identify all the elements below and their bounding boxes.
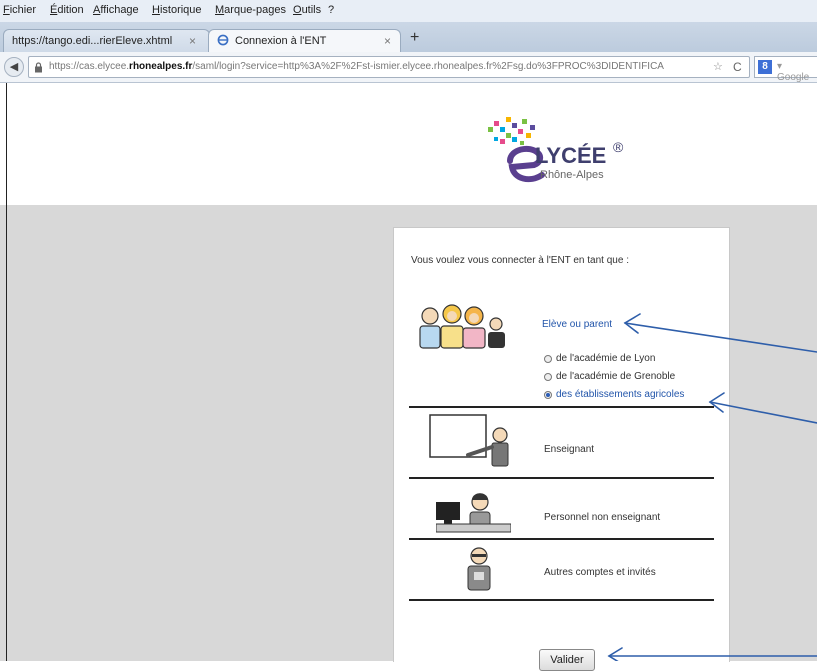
role-eleve-parent-link[interactable]: Elève ou parent	[542, 319, 612, 330]
valider-button[interactable]: Valider	[539, 649, 595, 671]
login-panel: Vous voulez vous connecter à l'ENT en ta…	[393, 227, 730, 671]
guest-illustration	[467, 547, 491, 591]
menu-edition[interactable]: Édition	[50, 4, 84, 16]
role-personnel-non-enseignant[interactable]: Personnel non enseignant	[544, 512, 660, 523]
search-box[interactable]: 8 ▾ Google	[754, 56, 817, 83]
elycee-logo: LYCÉE ® Rhône-Alpes	[482, 109, 652, 191]
url-text: https://cas.elycee.rhonealpes.fr/saml/lo…	[49, 61, 664, 72]
ie-icon	[217, 34, 229, 46]
page-content: LYCÉE ® Rhône-Alpes Vous voulez vous con…	[0, 83, 817, 671]
tab-strip: https://tango.edi...rierEleve.xhtml × Co…	[0, 22, 817, 52]
new-tab-button[interactable]: +	[410, 29, 419, 47]
menu-help[interactable]: ?	[328, 4, 334, 16]
logo-region: Rhône-Alpes	[540, 169, 604, 181]
url-bar[interactable]: https://cas.elycee.rhonealpes.fr/saml/lo…	[28, 56, 750, 78]
radio-label: de l'académie de Lyon	[556, 353, 656, 364]
bookmark-star-icon[interactable]: ☆	[713, 60, 723, 73]
radio-label: des établissements agricoles	[556, 389, 685, 400]
divider	[409, 406, 714, 408]
search-engine-icon[interactable]: 8	[758, 60, 772, 74]
divider	[409, 538, 714, 540]
close-tab-icon[interactable]: ×	[384, 34, 391, 48]
menu-outils[interactable]: Outils	[293, 4, 321, 16]
page-header: LYCÉE ® Rhône-Alpes	[0, 83, 817, 205]
divider	[409, 599, 714, 601]
role-autres-comptes[interactable]: Autres comptes et invités	[544, 567, 656, 578]
window-edge	[6, 83, 7, 661]
menu-affichage[interactable]: Affichage	[93, 4, 139, 16]
search-placeholder: ▾ Google	[777, 61, 810, 83]
tab-tango[interactable]: https://tango.edi...rierEleve.xhtml ×	[3, 29, 210, 52]
logo-name: LYCÉE	[535, 143, 607, 168]
staff-illustration	[436, 493, 511, 533]
tab-title: https://tango.edi...rierEleve.xhtml	[12, 35, 173, 47]
close-tab-icon[interactable]: ×	[189, 34, 196, 48]
tab-connexion-ent[interactable]: Connexion à l'ENT ×	[208, 29, 401, 52]
logo-registered-mark: ®	[613, 139, 624, 155]
teacher-illustration	[429, 414, 509, 467]
reload-icon[interactable]: C	[733, 60, 742, 74]
login-intro: Vous voulez vous connecter à l'ENT en ta…	[411, 255, 629, 266]
back-arrow-icon: ◀	[9, 61, 19, 73]
lock-icon	[35, 62, 42, 73]
radio-button[interactable]	[544, 373, 552, 381]
tab-title: Connexion à l'ENT	[235, 35, 327, 47]
back-button[interactable]: ◀	[4, 57, 24, 77]
students-illustration	[419, 304, 505, 349]
menu-fichier[interactable]: Fichier	[3, 4, 36, 16]
radio-button[interactable]	[544, 355, 552, 363]
menu-bar: Fichier Édition Affichage Historique Mar…	[0, 0, 817, 23]
radio-label: de l'académie de Grenoble	[556, 371, 676, 382]
role-enseignant[interactable]: Enseignant	[544, 444, 594, 455]
radio-button-selected[interactable]	[544, 391, 552, 399]
navigation-bar: ◀ https://cas.elycee.rhonealpes.fr/saml/…	[0, 52, 817, 83]
menu-historique[interactable]: Historique	[152, 4, 202, 16]
divider	[409, 477, 714, 479]
menu-marque-pages[interactable]: Marque-pages	[215, 4, 286, 16]
